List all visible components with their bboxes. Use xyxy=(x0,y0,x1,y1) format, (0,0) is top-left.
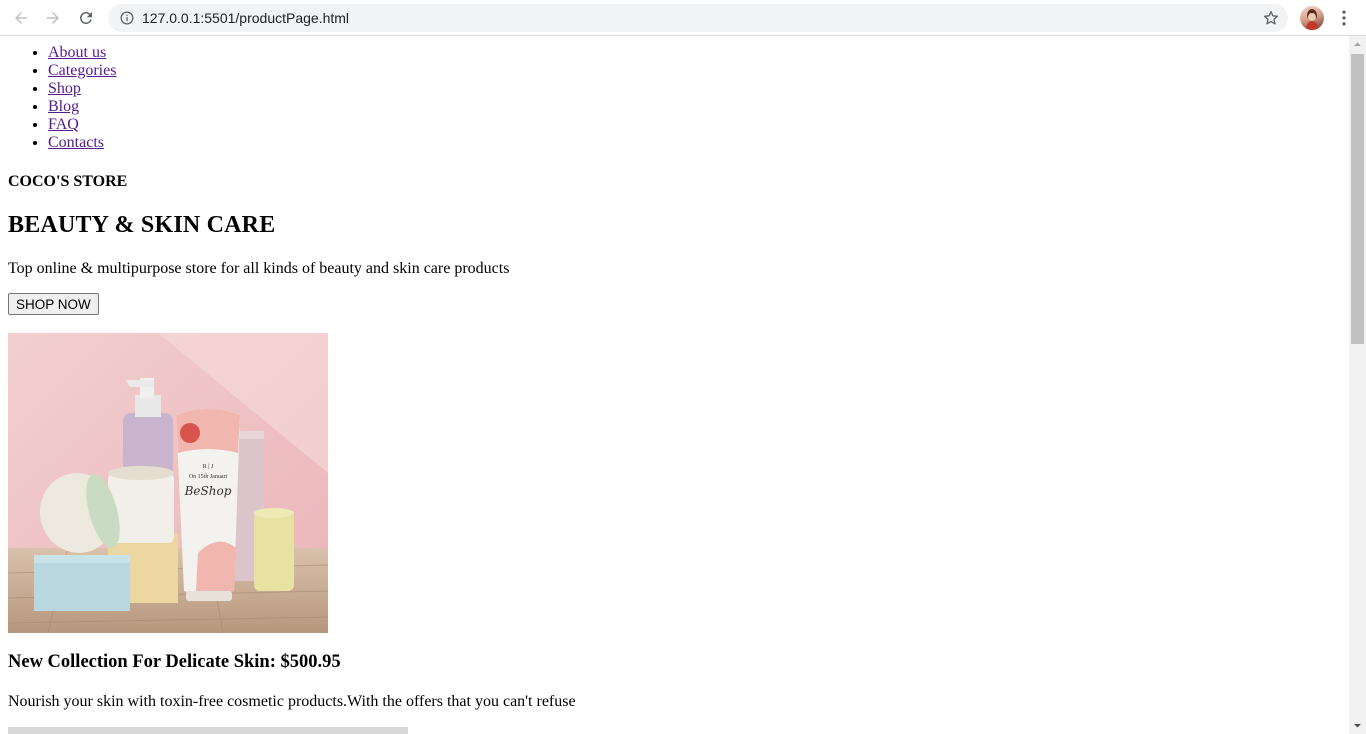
page-scrollbar[interactable] xyxy=(1349,36,1366,734)
forward-arrow-icon xyxy=(47,12,59,24)
hero-title: BEAUTY & SKIN CARE xyxy=(8,212,276,238)
info-icon[interactable] xyxy=(120,11,134,25)
nav-item-categories: Categories xyxy=(48,62,116,80)
product-image: R | J On 15th Januari BeShop xyxy=(8,333,328,633)
kebab-menu-icon[interactable] xyxy=(1334,8,1354,28)
address-bar[interactable]: 127.0.0.1:5501/productPage.html xyxy=(108,4,1288,32)
nav-item-about: About us xyxy=(48,44,116,62)
product-image-brand: R | J xyxy=(203,464,214,470)
nav-link-faq[interactable]: FAQ xyxy=(48,116,79,133)
nav-link-contacts[interactable]: Contacts xyxy=(48,134,104,151)
nav-item-shop: Shop xyxy=(48,80,116,98)
nav-item-faq: FAQ xyxy=(48,116,116,134)
next-product-image xyxy=(8,727,408,734)
nav-item-contacts: Contacts xyxy=(48,134,116,152)
hero-subtitle: Top online & multipurpose store for all … xyxy=(8,260,510,277)
store-name: COCO'S STORE xyxy=(8,173,128,190)
nav-link-categories[interactable]: Categories xyxy=(48,62,116,79)
nav-link-about[interactable]: About us xyxy=(48,44,106,61)
scroll-thumb[interactable] xyxy=(1351,54,1364,344)
product-description: Nourish your skin with toxin-free cosmet… xyxy=(8,693,576,710)
nav-link-blog[interactable]: Blog xyxy=(48,98,79,115)
browser-toolbar: 127.0.0.1:5501/productPage.html xyxy=(0,0,1366,36)
url-text: 127.0.0.1:5501/productPage.html xyxy=(142,10,350,26)
scroll-up-arrow-icon[interactable] xyxy=(1349,36,1366,53)
product-title: New Collection For Delicate Skin: $500.9… xyxy=(8,652,341,672)
page-content: About us Categories Shop Blog FAQ Contac… xyxy=(0,36,1349,734)
nav-item-blog: Blog xyxy=(48,98,116,116)
nav-link-shop[interactable]: Shop xyxy=(48,80,81,97)
back-button[interactable] xyxy=(9,6,33,30)
profile-avatar[interactable] xyxy=(1300,6,1324,30)
nav-menu: About us Categories Shop Blog FAQ Contac… xyxy=(8,44,116,152)
product-image-label: BeShop xyxy=(184,484,232,498)
star-icon[interactable] xyxy=(1262,9,1280,27)
back-arrow-icon xyxy=(15,12,27,24)
reload-icon xyxy=(79,11,92,24)
forward-button[interactable] xyxy=(41,6,65,30)
scroll-down-arrow-icon[interactable] xyxy=(1349,717,1366,734)
shop-now-button[interactable]: SHOP NOW xyxy=(8,293,99,315)
reload-button[interactable] xyxy=(74,6,98,30)
product-image-date: On 15th Januari xyxy=(189,474,228,480)
